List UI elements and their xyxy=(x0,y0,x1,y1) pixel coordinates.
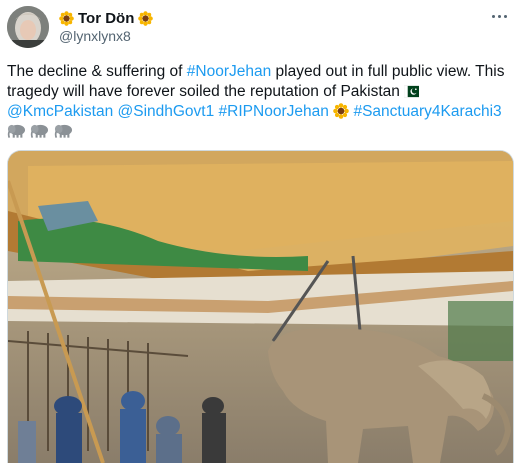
sunflower-icon xyxy=(138,10,154,26)
tweet-text-line xyxy=(7,122,512,142)
pakistan-flag-icon xyxy=(404,85,420,98)
more-horizontal-icon xyxy=(491,14,495,18)
more-horizontal-icon xyxy=(497,14,501,18)
tweet-text: The decline & suffering of #NoorJehan pl… xyxy=(7,62,512,142)
text-segment: played out in full public view. This xyxy=(271,63,505,80)
hashtag-link[interactable]: #RIPNoorJehan xyxy=(219,103,329,120)
author-handle[interactable]: @lynxlynx8 xyxy=(59,28,131,44)
author-name-row[interactable]: Tor Dön xyxy=(59,8,154,28)
avatar-photo xyxy=(7,6,49,48)
hashtag-link[interactable]: #Sanctuary4Karachi3 xyxy=(353,103,501,120)
mention-link[interactable]: @KmcPakistan xyxy=(7,103,113,120)
sunflower-icon xyxy=(59,10,74,26)
text-segment: tragedy will have forever soiled the rep… xyxy=(7,83,405,100)
sunflower-icon xyxy=(333,103,349,119)
tweet-text-line: The decline & suffering of #NoorJehan pl… xyxy=(7,62,512,82)
more-horizontal-icon xyxy=(503,14,507,18)
elephant-icon xyxy=(31,124,49,139)
tweet-video[interactable] xyxy=(7,150,514,463)
more-options-button[interactable] xyxy=(489,9,509,23)
elephant-video-thumbnail xyxy=(8,151,513,463)
hashtag-link[interactable]: #NoorJehan xyxy=(187,63,271,80)
elephant-icon xyxy=(7,124,26,139)
tweet-card: Tor Dön @lynxlynx8 The decline & sufferi… xyxy=(0,0,519,463)
elephant-icon xyxy=(54,124,72,139)
mention-link[interactable]: @SindhGovt1 xyxy=(118,103,215,120)
text-segment: The decline & suffering of xyxy=(7,63,187,80)
display-name[interactable]: Tor Dön xyxy=(78,10,134,27)
tweet-text-line: tragedy will have forever soiled the rep… xyxy=(7,82,512,102)
avatar[interactable] xyxy=(7,6,49,48)
tweet-text-line: @KmcPakistan @SindhGovt1 #RIPNoorJehan #… xyxy=(7,102,512,122)
